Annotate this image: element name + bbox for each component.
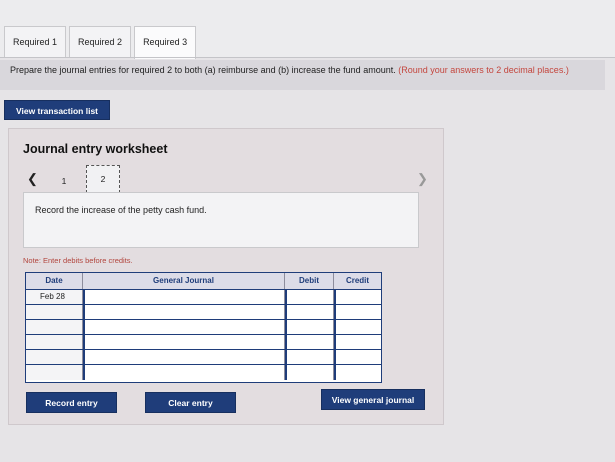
row-date	[26, 365, 83, 380]
table-row	[26, 305, 381, 320]
debit-input[interactable]	[285, 350, 334, 364]
tab-required-2[interactable]: Required 2	[69, 26, 132, 57]
debit-input[interactable]	[285, 335, 334, 349]
table-row: Feb 28	[26, 290, 381, 305]
row-date: Feb 28	[26, 290, 83, 304]
view-transaction-list-button[interactable]: View transaction list	[4, 100, 110, 120]
clear-entry-button[interactable]: Clear entry	[145, 392, 236, 413]
credit-input[interactable]	[334, 305, 381, 319]
tab-required-1[interactable]: Required 1	[4, 26, 67, 57]
tab-required-3[interactable]: Required 3	[134, 26, 197, 59]
page-2-button[interactable]: 2	[86, 165, 120, 193]
chevron-right-icon[interactable]: ❯	[417, 171, 428, 187]
header-general-journal: General Journal	[83, 273, 285, 289]
instructions-hint: (Round your answers to 2 decimal places.…	[398, 65, 569, 75]
debit-input[interactable]	[285, 305, 334, 319]
header-debit: Debit	[285, 273, 334, 289]
entry-note: Note: Enter debits before credits.	[23, 256, 133, 265]
table-row	[26, 335, 381, 350]
header-date: Date	[26, 273, 83, 289]
page-1-button[interactable]: 1	[57, 176, 71, 186]
row-date	[26, 320, 83, 334]
account-input[interactable]	[83, 365, 285, 380]
credit-input[interactable]	[334, 350, 381, 364]
credit-input[interactable]	[334, 335, 381, 349]
debit-input[interactable]	[285, 365, 334, 380]
debit-input[interactable]	[285, 320, 334, 334]
table-row	[26, 320, 381, 335]
journal-table-header: Date General Journal Debit Credit	[26, 273, 381, 290]
account-input[interactable]	[83, 305, 285, 319]
instructions-bar: Prepare the journal entries for required…	[0, 60, 605, 90]
row-date	[26, 335, 83, 349]
tab-divider	[0, 57, 615, 58]
account-input[interactable]	[83, 320, 285, 334]
header-credit: Credit	[345, 276, 370, 285]
credit-input[interactable]	[334, 320, 381, 334]
credit-input[interactable]	[334, 290, 381, 304]
record-entry-button[interactable]: Record entry	[26, 392, 117, 413]
view-general-journal-button[interactable]: View general journal	[321, 389, 425, 410]
entry-description: Record the increase of the petty cash fu…	[23, 192, 419, 248]
account-input[interactable]	[83, 290, 285, 304]
row-date	[26, 350, 83, 364]
credit-input[interactable]	[334, 365, 381, 380]
worksheet-title: Journal entry worksheet	[23, 142, 168, 156]
debit-input[interactable]	[285, 290, 334, 304]
account-input[interactable]	[83, 335, 285, 349]
tab-bar: Required 1 Required 2 Required 3	[4, 26, 199, 59]
table-row	[26, 350, 381, 365]
account-input[interactable]	[83, 350, 285, 364]
journal-table: Date General Journal Debit Credit Feb 28	[25, 272, 382, 383]
chevron-left-icon[interactable]: ❮	[27, 171, 38, 187]
instructions-text: Prepare the journal entries for required…	[10, 65, 396, 75]
table-row	[26, 365, 381, 380]
journal-entry-worksheet: Journal entry worksheet ❮ 1 2 ❯ Record t…	[8, 128, 444, 425]
row-date	[26, 305, 83, 319]
